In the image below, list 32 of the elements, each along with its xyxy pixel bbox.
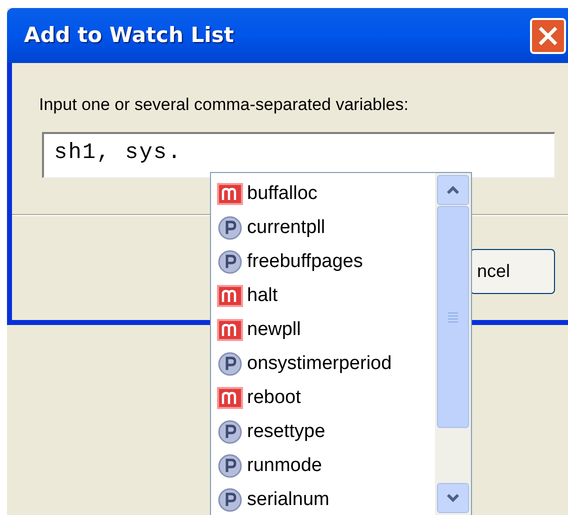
cancel-button[interactable]: ncel: [470, 249, 555, 294]
property-icon: [217, 488, 243, 512]
completion-item[interactable]: resettype: [247, 418, 326, 446]
grip-icon: [448, 311, 458, 323]
scroll-up-button[interactable]: [437, 175, 469, 205]
completion-item[interactable]: reboot: [247, 384, 301, 412]
completion-item[interactable]: onsystimerperiod: [247, 350, 392, 378]
property-icon: [217, 216, 243, 240]
property-icon: [217, 250, 243, 274]
completion-item[interactable]: runmode: [247, 452, 322, 480]
chevron-down-icon: [446, 493, 460, 503]
completion-item[interactable]: freebuffpages: [247, 248, 363, 276]
window-title: Add to Watch List: [24, 22, 234, 49]
method-icon: [217, 319, 243, 341]
property-icon: [217, 454, 243, 478]
property-icon: [217, 352, 243, 376]
scrollbar-thumb[interactable]: [437, 206, 469, 428]
property-icon: [217, 420, 243, 444]
completion-item[interactable]: serialnum: [247, 486, 330, 514]
variables-input-field[interactable]: sh1, sys.: [42, 132, 555, 178]
close-icon: [537, 25, 559, 47]
completion-item[interactable]: buffalloc: [247, 180, 318, 208]
completion-item[interactable]: halt: [247, 282, 278, 310]
completion-item[interactable]: currentpll: [247, 214, 326, 242]
method-icon: [217, 285, 243, 307]
close-button[interactable]: [530, 18, 566, 54]
completion-item[interactable]: newpll: [247, 316, 301, 344]
prompt-label: Input one or several comma-separated variables:: [39, 94, 408, 116]
chevron-up-icon: [446, 185, 460, 195]
scroll-down-button[interactable]: [437, 483, 469, 513]
method-icon: [217, 387, 243, 409]
method-icon: [217, 183, 243, 205]
